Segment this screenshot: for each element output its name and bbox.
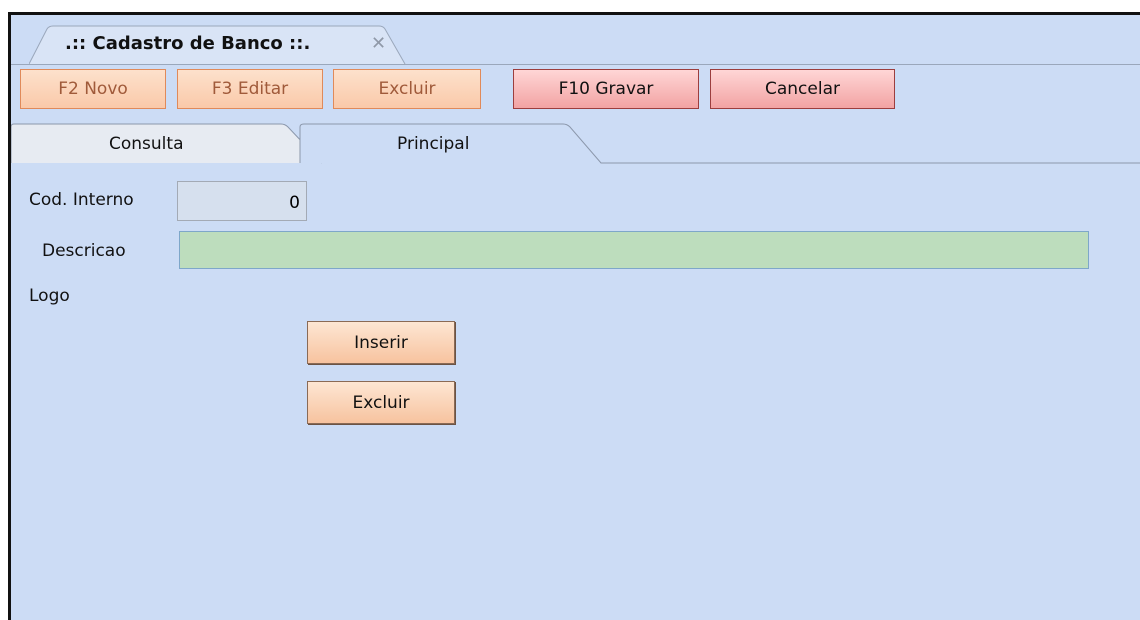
novo-button[interactable]: F2 Novo bbox=[20, 69, 166, 109]
descricao-field[interactable] bbox=[179, 231, 1089, 269]
tab-strip-divider bbox=[11, 64, 1140, 65]
cancelar-button[interactable]: Cancelar bbox=[710, 69, 895, 109]
close-icon[interactable]: ✕ bbox=[371, 33, 386, 54]
cod-interno-label: Cod. Interno bbox=[29, 190, 134, 210]
cadastro-banco-window: .:: Cadastro de Banco ::. ✕ F2 Novo F3 E… bbox=[8, 12, 1140, 620]
form-tabs: Consulta Principal bbox=[11, 118, 1140, 164]
document-tab-title: .:: Cadastro de Banco ::. bbox=[65, 33, 311, 54]
cod-interno-field: 0 bbox=[177, 181, 307, 221]
document-tab-strip: .:: Cadastro de Banco ::. ✕ bbox=[11, 15, 1140, 65]
editar-button[interactable]: F3 Editar bbox=[177, 69, 323, 109]
descricao-label: Descricao bbox=[42, 241, 126, 261]
excluir-toolbar-button[interactable]: Excluir bbox=[333, 69, 481, 109]
tab-principal[interactable]: Principal bbox=[397, 134, 469, 154]
gravar-button[interactable]: F10 Gravar bbox=[513, 69, 699, 109]
excluir-logo-button[interactable]: Excluir bbox=[307, 381, 455, 424]
inserir-button[interactable]: Inserir bbox=[307, 321, 455, 364]
document-tab[interactable]: .:: Cadastro de Banco ::. ✕ bbox=[29, 25, 409, 65]
tab-consulta[interactable]: Consulta bbox=[109, 134, 183, 154]
logo-label: Logo bbox=[29, 286, 70, 306]
